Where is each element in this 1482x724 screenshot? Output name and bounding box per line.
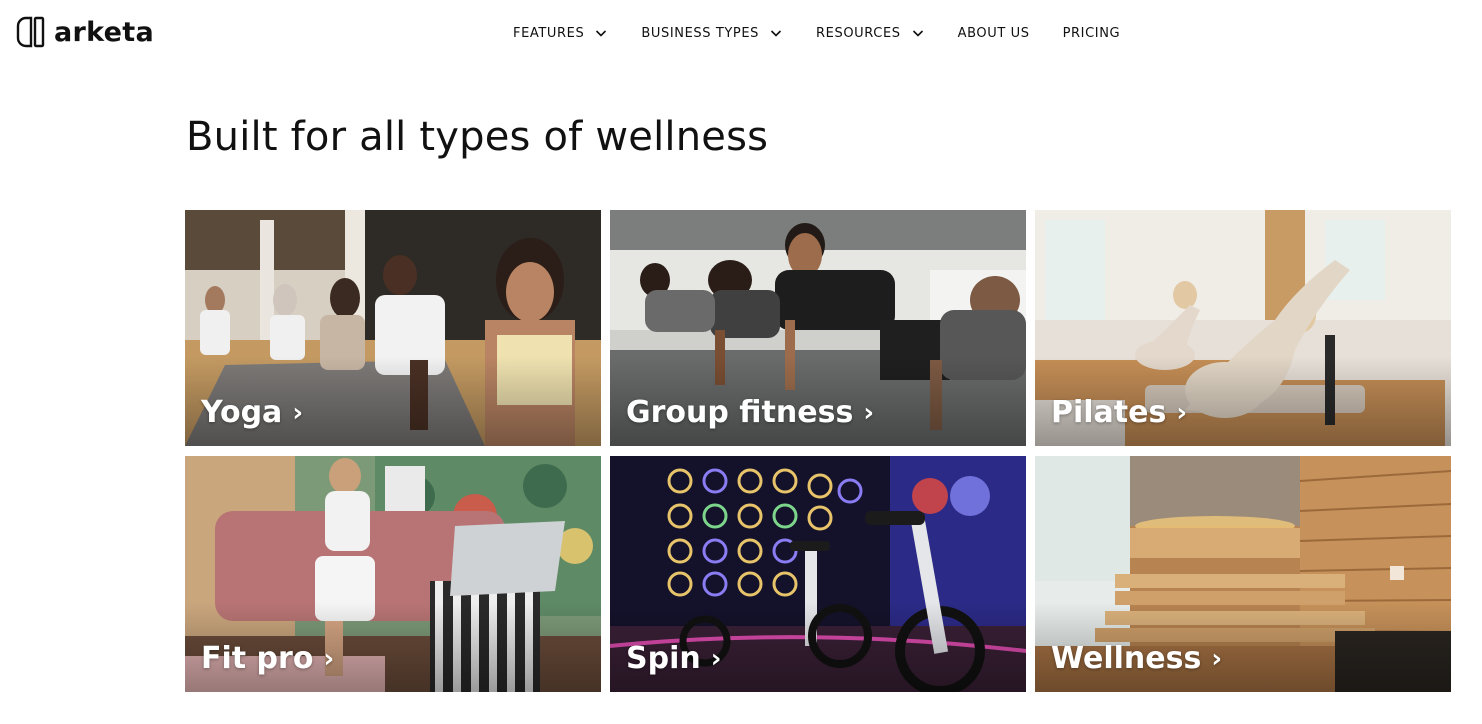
card-label: Pilates	[1051, 395, 1167, 430]
chevron-right-icon: ›	[1211, 643, 1223, 674]
nav-item-label: BUSINESS TYPES	[641, 25, 760, 41]
nav-item-label: ABOUT US	[957, 25, 1030, 41]
chevron-right-icon: ›	[710, 643, 722, 674]
brand-logo[interactable]: arketa	[16, 14, 154, 50]
nav-item-label: RESOURCES	[816, 25, 901, 41]
page-title: Built for all types of wellness	[186, 114, 769, 160]
card-spin[interactable]: Spin ›	[610, 456, 1026, 692]
chevron-right-icon: ›	[292, 397, 304, 428]
wellness-types-grid: Yoga › Group fitness › Pilates › Fit pro…	[185, 210, 1451, 692]
card-fit-pro[interactable]: Fit pro ›	[185, 456, 601, 692]
chevron-right-icon: ›	[863, 397, 875, 428]
nav-item-features[interactable]: FEATURES	[513, 26, 608, 41]
chevron-right-icon: ›	[1176, 397, 1188, 428]
card-yoga[interactable]: Yoga ›	[185, 210, 601, 446]
card-pilates[interactable]: Pilates ›	[1035, 210, 1451, 446]
card-wellness[interactable]: Wellness ›	[1035, 456, 1451, 692]
nav-item-label: PRICING	[1062, 25, 1121, 41]
arketa-logo-icon	[16, 16, 46, 48]
nav-item-business-types[interactable]: BUSINESS TYPES	[641, 26, 783, 41]
site-header: arketa FEATURES BUSINESS TYPES RESOURCES…	[0, 0, 1482, 66]
card-group-fitness[interactable]: Group fitness ›	[610, 210, 1026, 446]
chevron-down-icon	[770, 30, 782, 37]
card-label: Wellness	[1051, 641, 1202, 676]
nav-item-about-us[interactable]: ABOUT US	[958, 26, 1030, 41]
card-label: Fit pro	[201, 641, 314, 676]
nav-item-pricing[interactable]: PRICING	[1063, 26, 1121, 41]
chevron-down-icon	[596, 30, 607, 37]
nav-item-label: FEATURES	[513, 25, 585, 41]
card-label: Group fitness	[626, 395, 854, 430]
chevron-right-icon: ›	[323, 643, 335, 674]
card-label: Yoga	[201, 395, 283, 430]
chevron-down-icon	[912, 30, 923, 37]
card-label: Spin	[626, 641, 701, 676]
nav-item-resources[interactable]: RESOURCES	[816, 26, 925, 41]
main-nav: FEATURES BUSINESS TYPES RESOURCES ABOUT …	[513, 22, 1120, 44]
brand-name: arketa	[54, 16, 155, 48]
